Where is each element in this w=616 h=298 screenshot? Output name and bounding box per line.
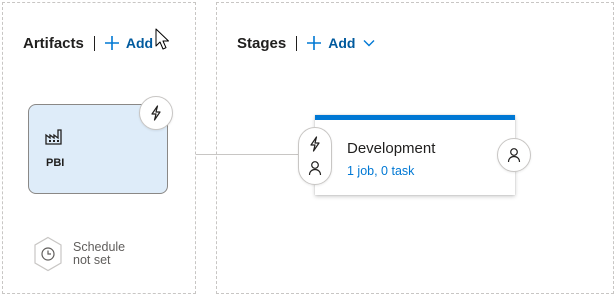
plus-icon	[104, 36, 119, 50]
mouse-cursor-icon	[155, 28, 169, 50]
stage-name: Development	[347, 140, 436, 157]
artifact-name: PBI	[46, 157, 65, 169]
person-icon	[507, 148, 521, 163]
continuous-deployment-trigger-button[interactable]	[139, 96, 173, 130]
add-artifact-button[interactable]: Add	[104, 35, 153, 51]
schedule-label: Schedule not set	[73, 241, 125, 267]
pre-deployment-approvals-button[interactable]	[308, 160, 322, 176]
lightning-icon	[310, 136, 320, 152]
lightning-icon	[151, 105, 161, 121]
stage-card-development[interactable]: Development 1 job, 0 task	[315, 115, 515, 195]
schedule-trigger[interactable]: Schedule not set	[32, 236, 125, 272]
header-divider	[93, 35, 95, 51]
stages-header: Stages Add	[237, 34, 381, 52]
schedule-text-line2: not set	[73, 253, 111, 267]
header-divider	[296, 35, 298, 51]
artifacts-title: Artifacts	[23, 34, 84, 52]
post-deployment-approvals-button[interactable]	[497, 138, 531, 172]
add-stage-label: Add	[328, 35, 356, 51]
plus-icon	[307, 36, 322, 50]
chevron-down-icon	[363, 40, 375, 47]
add-stage-button[interactable]: Add	[306, 35, 381, 51]
person-icon	[308, 161, 322, 176]
add-artifact-label: Add	[125, 35, 154, 51]
build-pipeline-icon	[45, 129, 63, 150]
stages-title: Stages	[237, 34, 287, 52]
pre-deployment-conditions	[298, 127, 332, 185]
stage-tasks-link[interactable]: 1 job, 0 task	[347, 164, 414, 178]
connector-line	[196, 154, 300, 155]
clock-icon	[34, 236, 62, 272]
pre-deployment-trigger-button[interactable]	[308, 136, 322, 152]
artifacts-header: Artifacts Add	[23, 34, 153, 52]
